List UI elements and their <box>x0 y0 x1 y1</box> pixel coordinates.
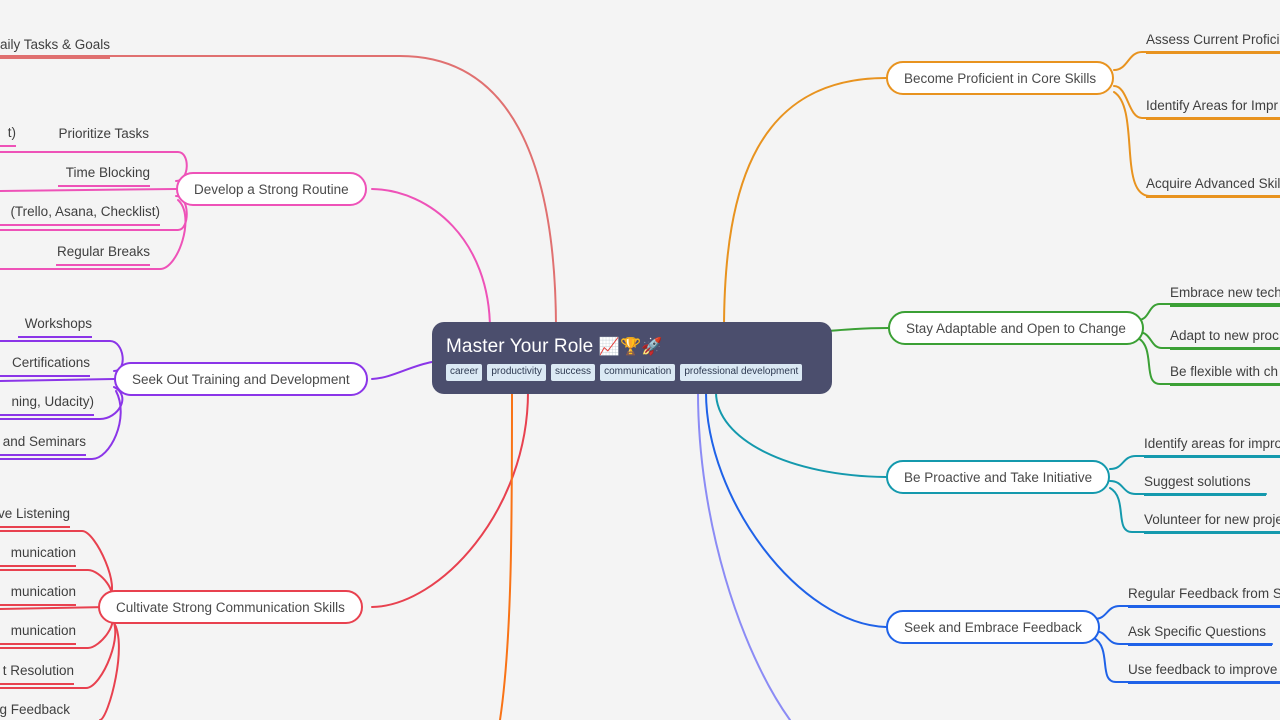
leaf-conflict-resolution[interactable]: t Resolution <box>0 664 74 685</box>
branch-core-skills[interactable]: Become Proficient in Core Skills <box>886 61 1115 95</box>
mindmap-canvas[interactable]: Master Your Role 📈🏆🚀 career productivity… <box>0 0 1280 720</box>
leaf-identify-areas-for-improvement[interactable]: Identify Areas for Impr <box>1146 99 1280 120</box>
leaf-active-listening[interactable]: ve Listening <box>0 507 70 528</box>
tag-communication[interactable]: communication <box>600 363 676 381</box>
leaf-workshops[interactable]: Workshops <box>18 317 92 338</box>
leaf-identify-areas-for-improvement-proactive[interactable]: Identify areas for impro <box>1144 437 1280 458</box>
leaf-nonverbal-communication[interactable]: munication <box>0 624 76 645</box>
leaf-regular-feedback-from-supervisor[interactable]: Regular Feedback from S <box>1128 587 1280 608</box>
tag-professional-development[interactable]: professional development <box>680 363 803 381</box>
leaf-certifications[interactable]: Certifications <box>0 356 90 377</box>
root-tag-list: career productivity success communicatio… <box>446 363 818 381</box>
leaf-volunteer-for-new-projects[interactable]: Volunteer for new proje <box>1144 513 1280 534</box>
leaf-use-feedback-to-improve[interactable]: Use feedback to improve <box>1128 663 1280 684</box>
leaf-acquire-advanced-skills[interactable]: Acquire Advanced Skill <box>1146 177 1280 198</box>
branch-seek-out-training[interactable]: Seek Out Training and Development <box>114 362 368 396</box>
leaf-daily-tasks-and-goals[interactable]: Daily Tasks & Goals <box>0 38 110 59</box>
leaf-online-learning-udacity[interactable]: ning, Udacity) <box>0 395 94 416</box>
root-node[interactable]: Master Your Role 📈🏆🚀 career productivity… <box>432 322 832 394</box>
leaf-conferences-and-seminars[interactable]: and Seminars <box>0 435 86 456</box>
leaf-suggest-solutions[interactable]: Suggest solutions <box>1144 475 1266 496</box>
tag-success[interactable]: success <box>550 363 596 381</box>
branch-seek-embrace-feedback[interactable]: Seek and Embrace Feedback <box>886 610 1100 644</box>
leaf-assess-current-proficiency[interactable]: Assess Current Proficie <box>1146 33 1280 54</box>
leaf-task-tools-trello-asana-checklist[interactable]: (Trello, Asana, Checklist) <box>0 205 160 226</box>
tag-productivity[interactable]: productivity <box>487 363 546 381</box>
leaf-giving-feedback[interactable]: g Feedback <box>0 703 70 720</box>
tag-career[interactable]: career <box>446 363 483 381</box>
root-title: Master Your Role 📈🏆🚀 <box>446 336 818 358</box>
root-title-text: Master Your Role <box>446 336 594 358</box>
leaf-time-blocking[interactable]: Time Blocking <box>58 166 150 187</box>
root-title-emojis: 📈🏆🚀 <box>598 337 663 357</box>
leaf-regular-breaks[interactable]: Regular Breaks <box>56 245 150 266</box>
branch-stay-adaptable[interactable]: Stay Adaptable and Open to Change <box>888 311 1144 345</box>
branch-develop-strong-routine[interactable]: Develop a Strong Routine <box>176 172 367 206</box>
leaf-written-communication[interactable]: munication <box>0 585 76 606</box>
leaf-be-flexible-with-change[interactable]: Be flexible with ch <box>1170 365 1280 386</box>
branch-cultivate-communication[interactable]: Cultivate Strong Communication Skills <box>98 590 363 624</box>
leaf-ask-specific-questions[interactable]: Ask Specific Questions <box>1128 625 1272 646</box>
branch-be-proactive[interactable]: Be Proactive and Take Initiative <box>886 460 1111 494</box>
leaf-embrace-new-tech[interactable]: Embrace new tech <box>1170 286 1280 307</box>
leaf-prioritize-tasks[interactable]: Prioritize Tasks <box>54 127 149 146</box>
leaf-task-list-truncated[interactable]: t) <box>0 126 16 147</box>
leaf-verbal-communication[interactable]: munication <box>0 546 76 567</box>
leaf-adapt-to-new-processes[interactable]: Adapt to new proc <box>1170 329 1280 350</box>
